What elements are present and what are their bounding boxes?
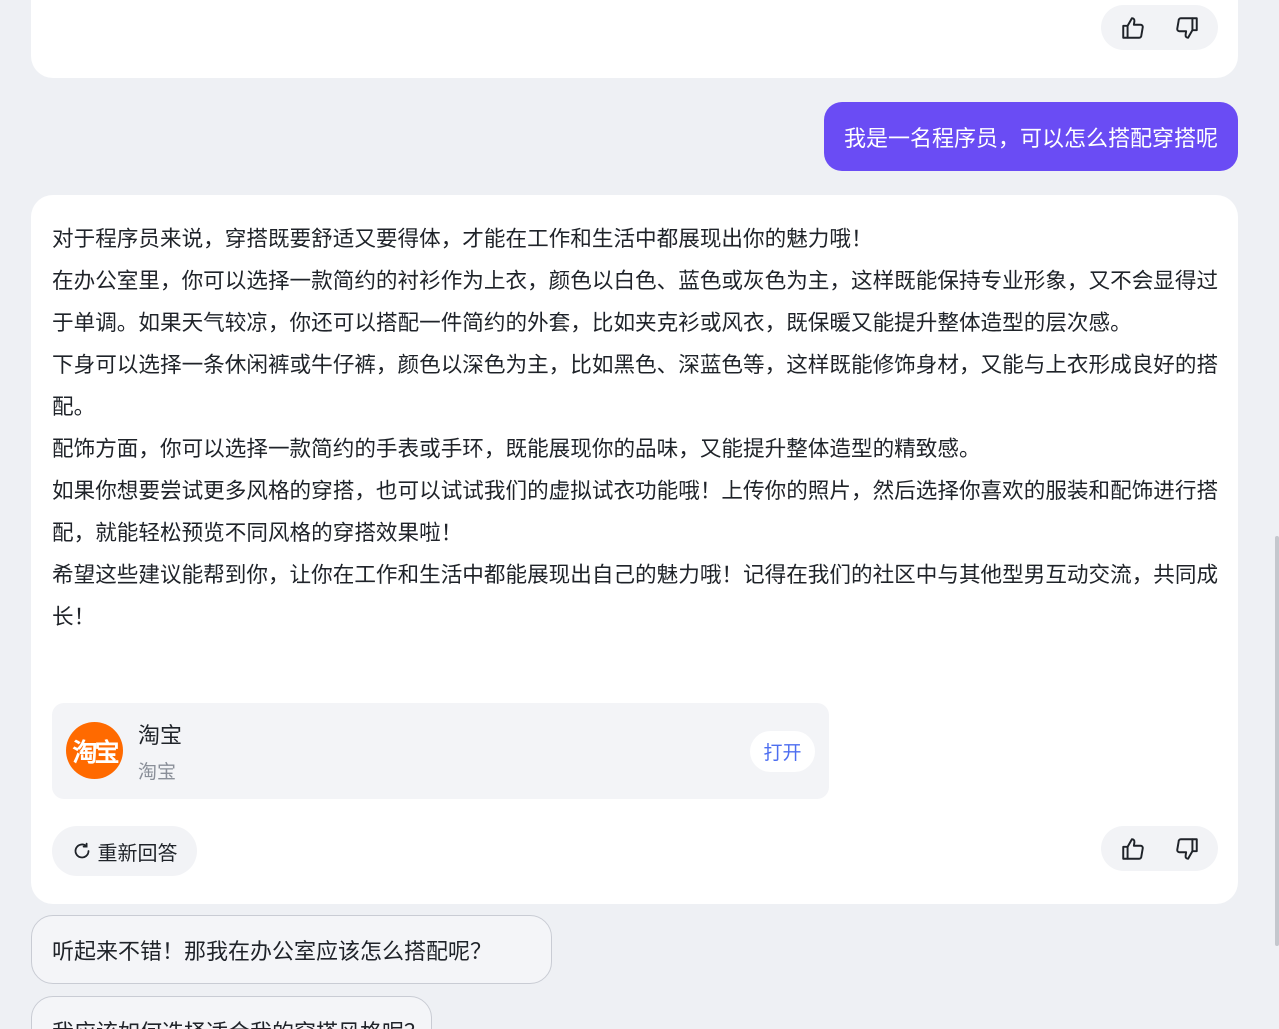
answer-paragraph: 对于程序员来说，穿搭既要舒适又要得体，才能在工作和生活中都展现出你的魅力哦！ bbox=[52, 227, 873, 252]
app-subtitle: 淘宝 bbox=[138, 761, 177, 783]
thumbs-down-icon[interactable] bbox=[1173, 835, 1201, 863]
suggested-question-text: 我应该如何选择适合我的穿搭风格呢？ bbox=[52, 1015, 426, 1029]
refresh-icon bbox=[72, 841, 92, 861]
scrollbar[interactable] bbox=[1275, 536, 1279, 946]
thumbs-up-icon[interactable] bbox=[1119, 835, 1147, 863]
answer-paragraph: 在办公室里，你可以选择一款简约的衬衫作为上衣，颜色以白色、蓝色或灰色为主，这样既… bbox=[52, 269, 1219, 336]
open-app-button[interactable]: 打开 bbox=[750, 731, 815, 772]
taobao-app-card[interactable]: 淘宝 淘宝 淘宝 打开 bbox=[52, 703, 829, 799]
previous-answer-card bbox=[31, 0, 1238, 78]
thumbs-down-icon[interactable] bbox=[1173, 14, 1201, 42]
suggested-question[interactable]: 听起来不错！那我在办公室应该怎么搭配呢？ bbox=[31, 915, 552, 984]
chat-page: 我是一名程序员，可以怎么搭配穿搭呢 对于程序员来说，穿搭既要舒适又要得体，才能在… bbox=[0, 0, 1279, 1029]
regenerate-label: 重新回答 bbox=[97, 840, 178, 865]
answer-paragraph: 下身可以选择一条休闲裤或牛仔裤，颜色以深色为主，比如黑色、深蓝色等，这样既能修饰… bbox=[52, 353, 1219, 420]
feedback-group bbox=[1101, 5, 1218, 50]
taobao-logo: 淘宝 bbox=[66, 722, 123, 779]
feedback-group bbox=[1101, 826, 1218, 871]
user-message-text: 我是一名程序员，可以怎么搭配穿搭呢 bbox=[843, 126, 1218, 152]
suggested-question[interactable]: 我应该如何选择适合我的穿搭风格呢？ bbox=[31, 996, 432, 1029]
user-message-bubble: 我是一名程序员，可以怎么搭配穿搭呢 bbox=[823, 102, 1238, 171]
answer-paragraph: 希望这些建议能帮到你，让你在工作和生活中都能展现出自己的魅力哦！记得在我们的社区… bbox=[52, 563, 1219, 630]
answer-paragraph: 配饰方面，你可以选择一款简约的手表或手环，既能展现你的品味，又能提升整体造型的精… bbox=[52, 437, 981, 462]
answer-paragraph: 如果你想要尝试更多风格的穿搭，也可以试试我们的虚拟试衣功能哦！上传你的照片，然后… bbox=[52, 479, 1219, 546]
assistant-answer-card: 对于程序员来说，穿搭既要舒适又要得体，才能在工作和生活中都展现出你的魅力哦！ 在… bbox=[31, 195, 1238, 904]
app-name: 淘宝 bbox=[138, 724, 183, 749]
regenerate-button[interactable]: 重新回答 bbox=[52, 826, 197, 876]
answer-text: 对于程序员来说，穿搭既要舒适又要得体，才能在工作和生活中都展现出你的魅力哦！ 在… bbox=[52, 219, 1222, 639]
suggested-question-text: 听起来不错！那我在办公室应该怎么搭配呢？ bbox=[52, 939, 493, 965]
thumbs-up-icon[interactable] bbox=[1119, 14, 1147, 42]
